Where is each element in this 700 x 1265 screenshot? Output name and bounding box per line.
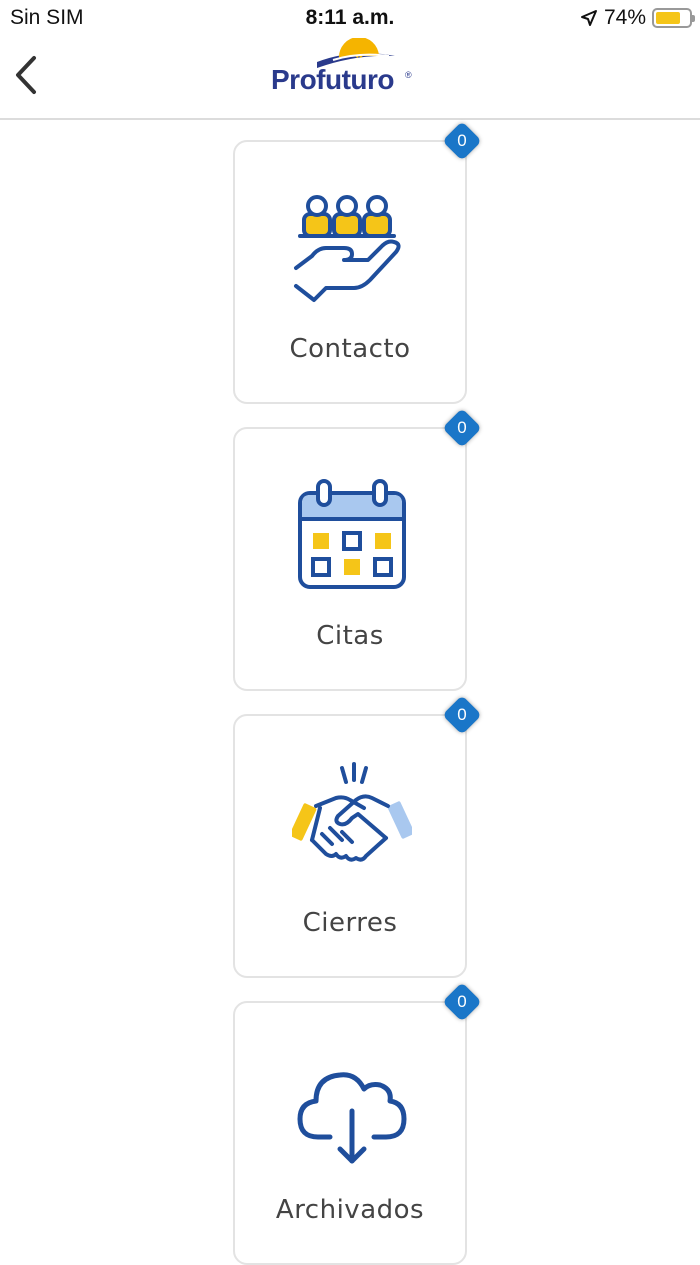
card-label: Archivados [275, 1195, 425, 1225]
cloud-download-icon [297, 1072, 407, 1164]
battery-fill [656, 12, 680, 24]
logo-wordmark: Profuturo [271, 64, 395, 95]
badge-count: 0 [457, 418, 467, 437]
location-arrow-icon [580, 10, 597, 26]
card-label: Citas [316, 621, 384, 651]
status-right: 74% [580, 5, 695, 31]
card-archivados[interactable]: Archivados [233, 1001, 467, 1265]
badge-count: 0 [457, 992, 467, 1011]
calendar-icon [298, 479, 406, 589]
people-in-hand-icon [294, 195, 401, 302]
badge-cierres: 0 [441, 694, 483, 736]
card-contacto[interactable]: Contacto [233, 140, 467, 404]
battery-tip [692, 15, 695, 22]
status-bar: Sin SIM 8:11 a.m. 74% [0, 0, 700, 36]
badge-citas: 0 [441, 407, 483, 449]
back-button[interactable] [8, 50, 48, 100]
battery-percent: 74% [603, 6, 646, 29]
badge-count: 0 [457, 131, 467, 150]
battery-icon [652, 8, 695, 28]
app-header: Profuturo ® [0, 36, 700, 120]
handshake-icon [292, 762, 412, 862]
card-label: Cierres [302, 908, 398, 938]
card-label: Contacto [289, 334, 411, 364]
logo-registered-mark: ® [405, 70, 412, 80]
badge-count: 0 [457, 705, 467, 724]
card-citas[interactable]: Citas [233, 427, 467, 691]
badge-contacto: 0 [441, 120, 483, 162]
card-cierres[interactable]: Cierres [233, 714, 467, 978]
badge-archivados: 0 [441, 981, 483, 1023]
chevron-left-icon [16, 56, 36, 94]
profuturo-logo: Profuturo ® [265, 38, 425, 100]
